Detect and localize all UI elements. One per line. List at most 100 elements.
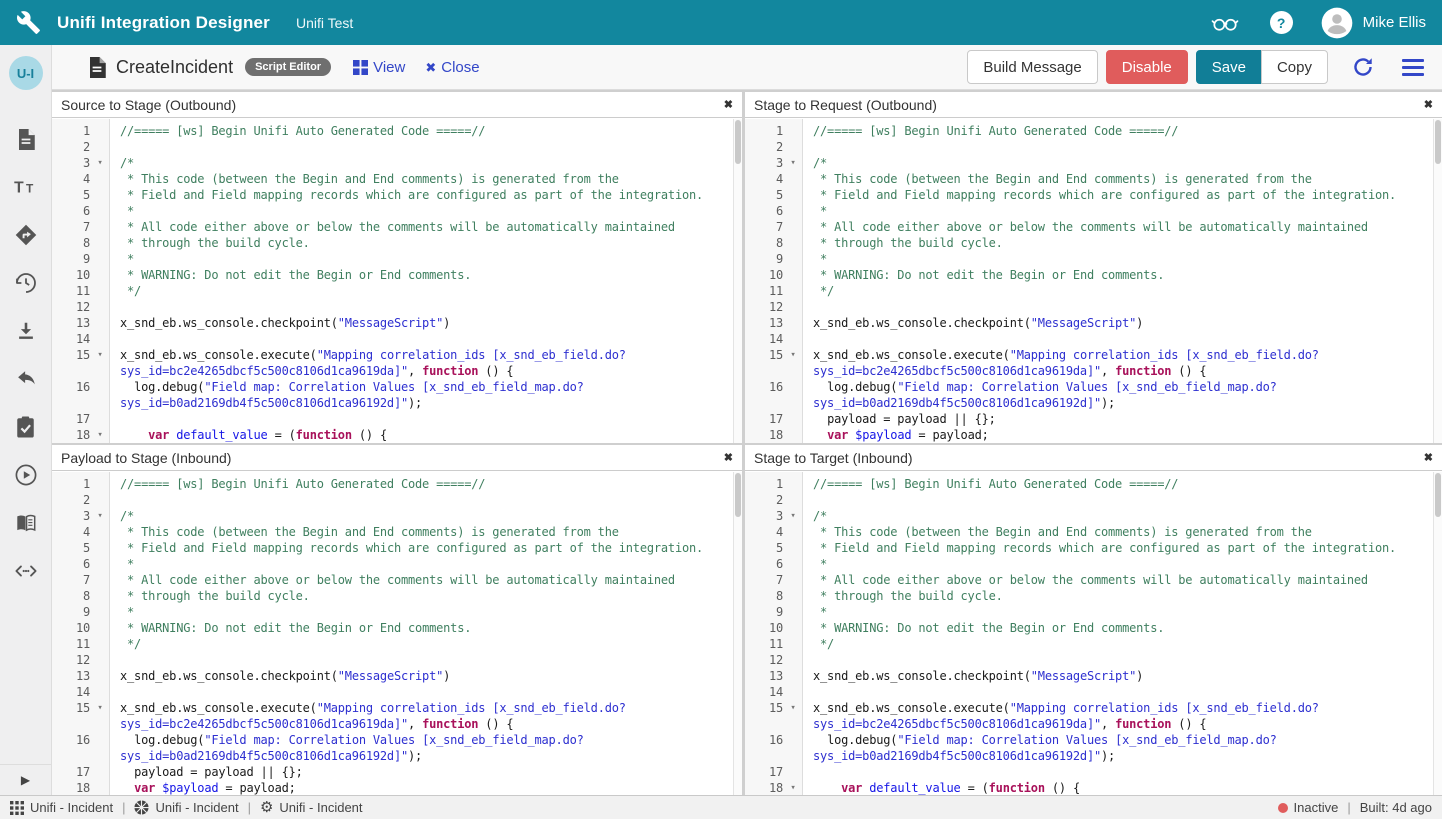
line-number: 4 [52,171,90,187]
help-icon[interactable]: ? [1270,11,1293,34]
line-number: 11 [52,283,90,299]
fold-arrow-icon[interactable]: ▾ [90,508,110,524]
page-title: CreateIncident [116,57,233,78]
sidebar-item-book[interactable] [14,512,38,534]
sidebar-item-clipboard-check[interactable] [16,416,35,438]
scrollbar[interactable] [1433,472,1442,795]
line-number: 9 [52,251,90,267]
scrollbar-thumb[interactable] [735,120,741,164]
sidebar-item-code[interactable] [13,560,39,582]
code-text: * WARNING: Do not edit the Begin or End … [110,620,733,636]
glasses-icon[interactable] [1210,10,1240,35]
statusbar-app-link[interactable]: Unifi - Incident [10,800,113,815]
code-line: 12 [52,652,733,668]
close-x-icon: ✖ [425,61,436,74]
panel-close-icon[interactable]: ✖ [724,98,733,111]
statusbar-app-link[interactable]: Unifi - Incident [134,800,238,815]
line-number: 6 [745,556,783,572]
unifi-integration-designer-app: Unifi Integration Designer Unifi Test ? … [0,0,1442,819]
status-dot [1278,803,1288,813]
save-button[interactable]: Save [1196,50,1262,84]
sidebar-item-download[interactable] [15,320,37,342]
user-menu[interactable]: Mike Ellis [1321,7,1426,39]
scrollbar[interactable] [1433,119,1442,443]
fold-arrow-icon[interactable]: ▾ [783,155,803,171]
statusbar-app-link[interactable]: ⚙Unifi - Incident [260,800,363,815]
code-text: * Field and Field mapping records which … [110,187,733,203]
line-number: 12 [745,652,783,668]
panel-close-icon[interactable]: ✖ [1424,451,1433,464]
sidebar-item-undo[interactable] [14,368,38,390]
code-text: log.debug("Field map: Correlation Values… [110,379,733,411]
play-circle-icon [14,463,38,487]
sidebar-item-directions[interactable] [15,224,37,246]
panel-title: Payload to Stage (Inbound) [61,450,231,466]
sidebar-avatar[interactable]: U-I [9,56,43,90]
code-line: 7 * All code either above or below the c… [745,572,1433,588]
close-button[interactable]: ✖ Close [425,59,479,76]
scrollbar-thumb[interactable] [1435,473,1441,517]
refresh-icon[interactable] [1352,56,1374,78]
code-text: x_snd_eb.ws_console.checkpoint("MessageS… [803,668,1433,684]
panel-title: Stage to Request (Outbound) [754,97,937,113]
code-line: 18▾ var default_value = (function () { [745,780,1433,795]
fold-arrow-icon[interactable]: ▾ [90,347,110,363]
sidebar-expand-button[interactable]: ▶ [0,764,51,795]
scrollbar-thumb[interactable] [1435,120,1441,164]
code-text: //===== [ws] Begin Unifi Auto Generated … [803,476,1433,492]
code-editor[interactable]: 1//===== [ws] Begin Unifi Auto Generated… [52,119,742,443]
code-editor[interactable]: 1//===== [ws] Begin Unifi Auto Generated… [52,472,742,795]
fold-arrow-icon[interactable]: ▾ [783,700,803,716]
code-line: 4 * This code (between the Begin and End… [52,171,733,187]
sidebar-item-text-format[interactable]: TT [13,176,39,198]
menu-icon[interactable] [1402,59,1424,76]
code-line: 18 var $payload = payload; [745,427,1433,443]
fold-arrow-icon[interactable]: ▾ [783,508,803,524]
code-line: 12 [745,652,1433,668]
scrollbar-thumb[interactable] [735,473,741,517]
sidebar: U-I TT ▶ [0,45,52,795]
fold-arrow-icon[interactable]: ▾ [90,155,110,171]
code-editor[interactable]: 1//===== [ws] Begin Unifi Auto Generated… [745,119,1442,443]
build-message-button[interactable]: Build Message [967,50,1097,84]
fold-arrow-icon[interactable]: ▾ [783,347,803,363]
wrench-icon [16,10,41,35]
code-line: 6 * [745,203,1433,219]
code-line: 17 payload = payload || {}; [52,764,733,780]
sidebar-item-document[interactable] [17,128,35,150]
line-number: 1 [52,123,90,139]
fold-arrow-icon[interactable]: ▾ [90,700,110,716]
scrollbar[interactable] [733,119,742,443]
fold-arrow-icon[interactable]: ▾ [783,780,803,795]
disable-button[interactable]: Disable [1106,50,1188,84]
code-line: 13x_snd_eb.ws_console.checkpoint("Messag… [52,668,733,684]
code-text: * All code either above or below the com… [803,219,1433,235]
line-number: 6 [745,203,783,219]
line-number: 13 [52,315,90,331]
panel-close-icon[interactable]: ✖ [1424,98,1433,111]
code-text: * [110,556,733,572]
scrollbar[interactable] [733,472,742,795]
line-number: 17 [745,764,783,780]
copy-button[interactable]: Copy [1261,50,1328,84]
code-text: /* [803,155,1433,171]
code-editor[interactable]: 1//===== [ws] Begin Unifi Auto Generated… [745,472,1442,795]
line-number: 18 [745,780,783,795]
user-avatar [1321,7,1353,39]
panel-close-icon[interactable]: ✖ [724,451,733,464]
text-format-icon: TT [13,176,39,198]
code-line: 7 * All code either above or below the c… [52,572,733,588]
view-button[interactable]: View [353,59,405,76]
sidebar-item-play-circle[interactable] [14,464,38,486]
fold-arrow-icon[interactable]: ▾ [90,427,110,443]
line-number: 3 [745,508,783,524]
code-text: * This code (between the Begin and End c… [110,524,733,540]
line-number: 15 [745,347,783,363]
sidebar-item-history[interactable] [14,272,38,294]
code-line: 13x_snd_eb.ws_console.checkpoint("Messag… [745,315,1433,331]
built-label: Built: 4d ago [1360,800,1432,815]
line-number: 18 [745,427,783,443]
code-text [803,299,1433,315]
code-text: var default_value = (function () { [110,427,733,443]
code-line: 8 * through the build cycle. [52,235,733,251]
